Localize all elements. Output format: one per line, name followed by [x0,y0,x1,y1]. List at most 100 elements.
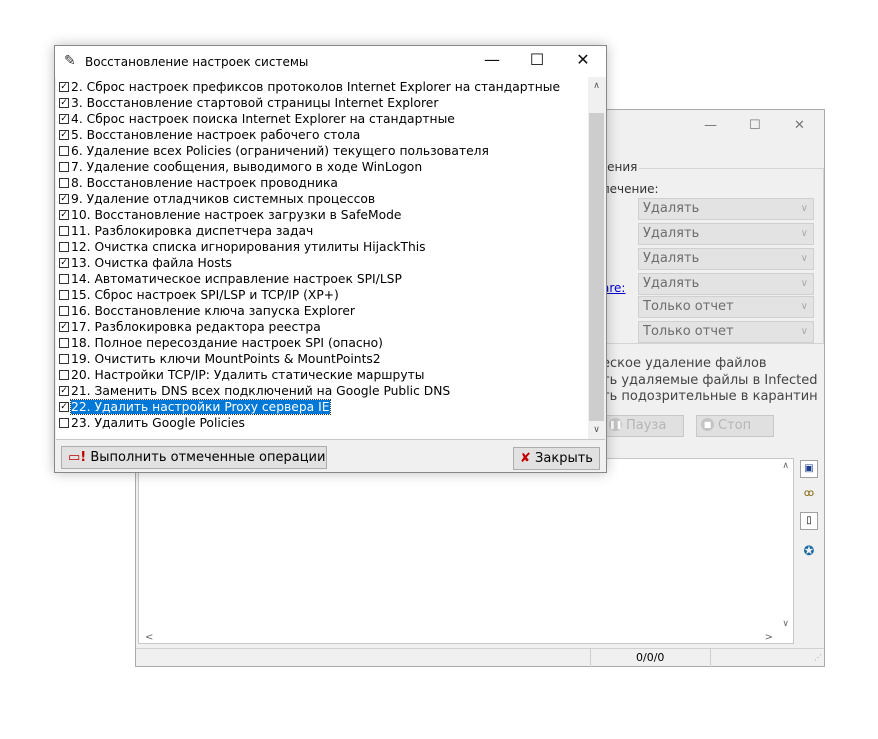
list-item[interactable]: ✓ 22. Удалить настройки Proxy сервера IE [59,399,331,415]
pause-button[interactable]: ❚❚ Пауза [604,415,684,437]
scroll-thumb[interactable] [589,113,604,421]
checkbox[interactable] [59,161,69,172]
dropdown-value: Удалять [643,276,700,291]
glasses-icon[interactable]: ꝏ [800,486,818,504]
list-item[interactable]: ✓ 3. Восстановление стартовой страницы In… [59,95,438,111]
list-item-label: 16. Восстановление ключа запуска Explore… [71,304,355,318]
list-item[interactable]: 7. Удаление сообщения, выводимого в ходе… [59,159,422,175]
list-item[interactable]: 23. Удалить Google Policies [59,415,245,431]
list-item[interactable]: 11. Разблокировка диспетчера задач [59,223,313,239]
checkbox[interactable]: ✓ [59,257,69,268]
vertical-scrollbar[interactable]: ∧ ∨ [588,77,605,439]
list-item[interactable]: ✓ 5. Восстановление настроек рабочего сто… [59,127,360,143]
checkbox[interactable]: ✓ [59,321,69,332]
checkbox[interactable]: ✓ [59,97,69,108]
checkbox[interactable] [59,353,69,364]
operations-list[interactable]: ✓ 2. Сброс настроек префиксов протоколов … [56,77,605,440]
list-item-label: 3. Восстановление стартовой страницы Int… [71,96,439,110]
minimize-button[interactable]: — [477,50,507,69]
save-icon[interactable]: ▣ [800,460,818,478]
chevron-down-icon: ∨ [800,228,808,239]
scroll-left-icon[interactable]: < [145,632,153,643]
minimize-button[interactable]: — [704,118,717,133]
checkbox[interactable] [59,337,69,348]
list-item-label: 4. Сброс настроек поиска Internet Explor… [71,112,455,126]
list-item-label: 17. Разблокировка редактора реестра [71,320,321,334]
action-dropdown[interactable]: Только отчет ∨ [638,321,814,343]
resize-grip-icon[interactable]: ⋰ [814,653,822,662]
close-button[interactable]: ✕ [794,118,805,133]
list-item-label: 22. Удалить настройки Proxy сервера IE [70,399,331,415]
maximize-button[interactable]: ☐ [522,50,552,69]
list-item[interactable]: ✓ 13. Очистка файла Hosts [59,255,232,271]
option-quarantine[interactable]: ть подозрительные в карантин [602,389,818,404]
list-item[interactable]: ✓ 21. Заменить DNS всех подключений на Go… [59,383,450,399]
dropdown-value: Только отчет [643,299,734,314]
list-item[interactable]: 16. Восстановление ключа запуска Explore… [59,303,355,319]
checkbox[interactable] [59,145,69,156]
list-item[interactable]: 6. Удаление всех Policies (ограничений) … [59,143,489,159]
list-item-label: 18. Полное пересоздание настроек SPI (оп… [71,336,383,350]
action-dropdown[interactable]: Удалять ∨ [638,223,814,245]
new-document-icon[interactable]: ▯ [800,512,818,530]
list-item[interactable]: ✓ 10. Восстановление настроек загрузки в … [59,207,402,223]
close-dialog-button[interactable]: ✘ Закрыть [513,447,600,470]
option-copy-infected[interactable]: ть удаляемые файлы в Infected [602,373,818,388]
checkbox[interactable]: ✓ [59,385,69,396]
list-item[interactable]: ✓ 4. Сброс настроек поиска Internet Explo… [59,111,455,127]
checkbox[interactable] [59,369,69,380]
checkbox[interactable] [59,225,69,236]
scroll-up-icon[interactable]: ∧ [782,461,789,471]
list-item[interactable]: 20. Настройки TCP/IP: Удалить статически… [59,367,424,383]
stop-button[interactable]: ■ Стоп [696,415,774,437]
status-separator [710,649,711,667]
close-button[interactable]: ✕ [568,50,598,69]
execute-button[interactable]: ▭! Выполнить отмеченные операции [61,446,327,469]
list-item[interactable]: 8. Восстановление настроек проводника [59,175,338,191]
execute-icon: ▭! [68,450,87,465]
list-item-label: 21. Заменить DNS всех подключений на Goo… [71,384,451,398]
list-item[interactable]: 18. Полное пересоздание настроек SPI (оп… [59,335,383,351]
checkbox[interactable] [59,417,69,428]
checkbox[interactable]: ✓ [59,129,69,140]
list-item[interactable]: 19. Очистить ключи MountPoints & MountPo… [59,351,381,367]
dialog-titlebar[interactable]: ✎ Восстановление настроек системы — ☐ ✕ [55,46,606,77]
scroll-right-icon[interactable]: > [765,632,773,643]
list-item[interactable]: ✓ 2. Сброс настроек префиксов протоколов … [59,79,560,95]
checkbox[interactable] [59,305,69,316]
list-item-label: 7. Удаление сообщения, выводимого в ходе… [71,160,423,174]
checkbox[interactable] [59,241,69,252]
checkbox[interactable] [59,273,69,284]
action-dropdown[interactable]: Удалять ∨ [638,248,814,270]
action-dropdown[interactable]: Удалять ∨ [638,273,814,295]
checkbox[interactable]: ✓ [59,81,69,92]
checkbox[interactable]: ✓ [59,113,69,124]
list-item[interactable]: 14. Автоматическое исправление настроек … [59,271,402,287]
execute-label: Выполнить отмеченные операции [90,450,326,465]
globe-icon[interactable]: ✪ [800,544,818,562]
action-dropdown[interactable]: Только отчет ∨ [638,296,814,318]
chevron-down-icon: ∨ [800,326,808,337]
scroll-up-icon[interactable]: ∧ [588,81,605,91]
list-item[interactable]: ✓ 17. Разблокировка редактора реестра [59,319,321,335]
list-item-label: 5. Восстановление настроек рабочего стол… [71,128,361,142]
dropdown-value: Удалять [643,201,700,216]
scroll-down-icon[interactable]: ∨ [782,619,789,629]
scroll-down-icon[interactable]: ∨ [588,425,605,435]
option-auto-delete[interactable]: еское удаление файлов [602,356,767,371]
checkbox[interactable] [59,289,69,300]
maximize-button[interactable]: ☐ [749,118,761,133]
status-counter: 0/0/0 [636,651,665,664]
checkbox[interactable]: ✓ [59,209,69,220]
list-item[interactable]: ✓ 9. Удаление отладчиков системных процес… [59,191,375,207]
pause-icon: ❚❚ [609,418,623,431]
checkbox[interactable]: ✓ [59,193,69,204]
list-item[interactable]: 12. Очистка списка игнорирования утилиты… [59,239,426,255]
checkbox[interactable]: ✓ [59,401,69,412]
list-item[interactable]: 15. Сброс настроек SPI/LSP и TCP/IP (XP+… [59,287,339,303]
action-dropdown[interactable]: Удалять ∨ [638,198,814,220]
checkbox[interactable] [59,177,69,188]
chevron-down-icon: ∨ [800,278,808,289]
log-area[interactable]: ∧ ∨ < > [138,458,794,644]
list-item-label: 2. Сброс настроек префиксов протоколов I… [71,80,561,94]
